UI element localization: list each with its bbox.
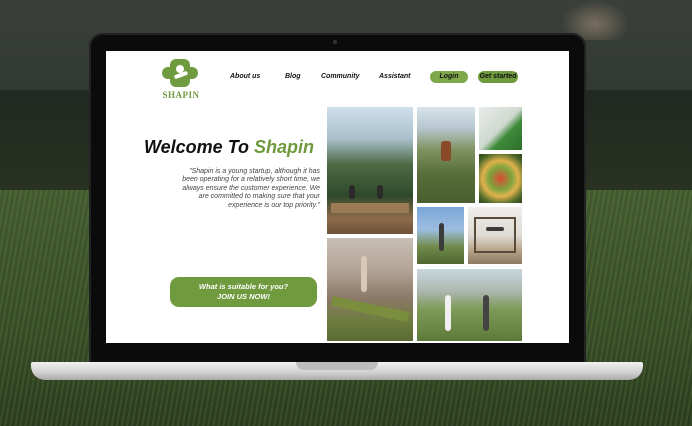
hero-title-prefix: Welcome To bbox=[144, 137, 255, 157]
hero-description: "Shapin is a young startup, although it … bbox=[182, 168, 320, 209]
duo-yoga-photo bbox=[417, 269, 522, 341]
hero-title: Welcome To Shapin bbox=[144, 137, 314, 158]
nav-blog[interactable]: Blog bbox=[285, 73, 301, 80]
laptop-notch bbox=[296, 362, 378, 370]
site-logo[interactable]: SHAPIN bbox=[156, 59, 206, 100]
hero-title-accent: Shapin bbox=[254, 137, 315, 157]
join-us-button[interactable]: What is suitable for you? JOIN US NOW! bbox=[170, 277, 317, 307]
salad-photo bbox=[479, 154, 522, 203]
laptop-base bbox=[31, 362, 643, 380]
pilates-photo bbox=[468, 207, 522, 264]
yoga-mountains-photo bbox=[327, 107, 413, 234]
laptop-screen: SHAPIN About us Blog Community Assistant… bbox=[106, 51, 569, 343]
cta-line-1: What is suitable for you? bbox=[198, 282, 289, 291]
sky-yoga-photo bbox=[417, 207, 464, 264]
cta-line-2: JOIN US NOW! bbox=[217, 292, 270, 301]
green-drink-photo bbox=[479, 107, 522, 150]
nav-assistant[interactable]: Assistant bbox=[379, 73, 411, 80]
hiker-photo bbox=[417, 107, 475, 203]
logo-cross-icon bbox=[162, 59, 200, 89]
laptop-camera bbox=[333, 40, 337, 44]
indoor-yoga-photo bbox=[327, 238, 413, 341]
laptop-lid: SHAPIN About us Blog Community Assistant… bbox=[89, 33, 586, 364]
get-started-button[interactable]: Get started bbox=[478, 71, 518, 83]
nav-about-us[interactable]: About us bbox=[230, 73, 260, 80]
nav-community[interactable]: Community bbox=[321, 73, 360, 80]
login-button[interactable]: Login bbox=[430, 71, 468, 83]
logo-text: SHAPIN bbox=[162, 90, 200, 100]
